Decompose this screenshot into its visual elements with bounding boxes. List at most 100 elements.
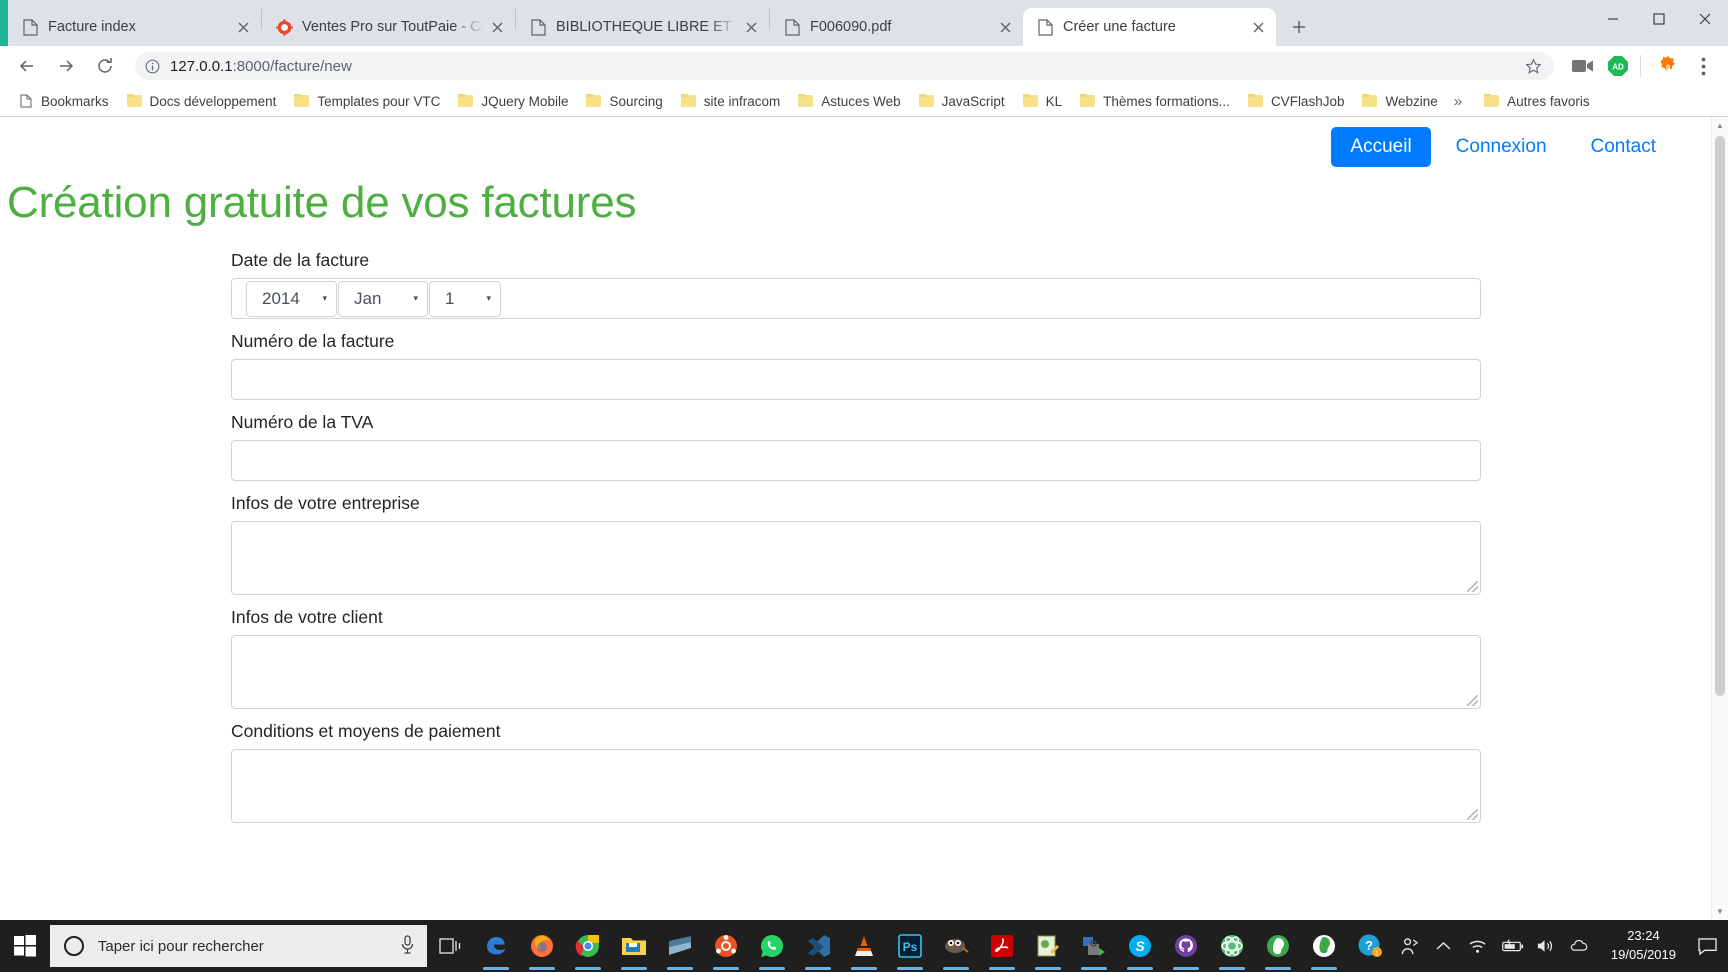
nav-link-connexion[interactable]: Connexion: [1437, 127, 1566, 167]
web-page: Accueil Connexion Contact Création gratu…: [0, 117, 1711, 920]
input-numero-tva[interactable]: [231, 440, 1481, 481]
maximize-button[interactable]: [1636, 0, 1682, 38]
folder-icon: [798, 94, 814, 108]
taskbar-app-github-icon[interactable]: [1163, 920, 1209, 972]
nav-link-accueil[interactable]: Accueil: [1331, 127, 1431, 167]
minimize-button[interactable]: [1590, 0, 1636, 38]
date-year-select[interactable]: 2014 ▾: [246, 280, 337, 317]
page-icon: [783, 18, 801, 36]
textarea-infos-entreprise[interactable]: [231, 521, 1481, 595]
back-button[interactable]: [10, 49, 44, 83]
taskbar-app-atom-icon[interactable]: [1209, 920, 1255, 972]
adblock-icon[interactable]: AD: [1603, 51, 1633, 81]
date-month-select[interactable]: Jan ▾: [338, 280, 428, 317]
taskbar-search-input[interactable]: Taper ici pour rechercher: [49, 925, 427, 967]
taskbar-app-winscp-icon[interactable]: [1071, 920, 1117, 972]
chrome-menu-icon[interactable]: [1688, 51, 1718, 81]
start-button[interactable]: [0, 920, 50, 972]
scrollbar-thumb[interactable]: [1715, 136, 1725, 696]
taskbar-clock[interactable]: 23:24 19/05/2019: [1597, 927, 1690, 965]
form-group-infos-client: Infos de votre client: [231, 607, 1481, 709]
address-bar[interactable]: 127.0.0.1:8000/facture/new: [135, 52, 1554, 80]
reload-button[interactable]: [88, 49, 122, 83]
bookmarks-overflow-button[interactable]: »: [1448, 91, 1468, 112]
taskbar-app-chrome-icon[interactable]: [565, 920, 611, 972]
taskbar-app-acrobat-reader-icon[interactable]: [979, 920, 1025, 972]
taskbar-app-evernote-web-icon[interactable]: [1301, 920, 1347, 972]
date-day-select[interactable]: 1 ▾: [429, 280, 501, 317]
close-button[interactable]: [1682, 0, 1728, 38]
browser-tab-4-active[interactable]: Créer une facture: [1023, 8, 1276, 46]
taskbar-app-whatsapp-icon[interactable]: [749, 920, 795, 972]
action-center-icon[interactable]: [1690, 920, 1724, 972]
close-icon[interactable]: [739, 15, 763, 39]
app-running-indicator: [712, 967, 739, 970]
browser-tab-0[interactable]: Facture index: [8, 8, 261, 46]
taskbar-app-help-icon[interactable]: ?!: [1347, 920, 1393, 972]
bookmark-label: Thèmes formations...: [1103, 93, 1230, 109]
bookmark-item-10[interactable]: CVFlashJob: [1240, 91, 1353, 112]
bookmark-item-0[interactable]: Bookmarks: [10, 90, 117, 112]
close-icon[interactable]: [485, 15, 509, 39]
taskbar-app-firefox-icon[interactable]: [519, 920, 565, 972]
browser-tab-1[interactable]: Ventes Pro sur ToutPaie - Comme: [262, 8, 515, 46]
taskbar-app-vlc-icon[interactable]: [841, 920, 887, 972]
site-info-icon[interactable]: [145, 59, 160, 74]
people-icon[interactable]: [1393, 920, 1427, 972]
bookmark-other-favorites[interactable]: Autres favoris: [1476, 91, 1598, 112]
volume-icon[interactable]: [1529, 920, 1563, 972]
page-scrollbar[interactable]: ▲ ▼: [1711, 117, 1728, 920]
label-numero-tva: Numéro de la TVA: [231, 412, 374, 432]
bookmark-item-5[interactable]: site infracom: [673, 91, 789, 112]
forward-button[interactable]: [49, 49, 83, 83]
taskbar-app-ubuntu-icon[interactable]: [703, 920, 749, 972]
taskbar-app-evernote-icon[interactable]: [1255, 920, 1301, 972]
new-tab-button[interactable]: [1284, 12, 1314, 42]
scroll-down-arrow[interactable]: ▼: [1712, 903, 1728, 920]
onedrive-icon[interactable]: [1563, 920, 1597, 972]
avast-icon[interactable]: a: [1653, 51, 1683, 81]
star-icon[interactable]: [1525, 57, 1542, 75]
show-hidden-icons-icon[interactable]: [1427, 920, 1461, 972]
url-text: 127.0.0.1:8000/facture/new: [170, 58, 1525, 75]
taskbar-app-edge-icon[interactable]: [473, 920, 519, 972]
app-running-indicator: [1218, 967, 1245, 970]
taskbar-app-notepad-plus-icon[interactable]: [1025, 920, 1071, 972]
taskbar-app-vscode-icon[interactable]: [795, 920, 841, 972]
folder-icon: [1022, 94, 1039, 108]
battery-icon[interactable]: [1495, 920, 1529, 972]
close-icon[interactable]: [1246, 15, 1270, 39]
bookmark-item-6[interactable]: Astuces Web: [790, 91, 908, 112]
wifi-icon[interactable]: [1461, 920, 1495, 972]
bookmark-item-2[interactable]: Templates pour VTC: [286, 91, 448, 112]
bookmark-item-4[interactable]: Sourcing: [578, 91, 670, 112]
date-year-value: 2014: [262, 288, 300, 308]
video-camera-icon[interactable]: [1568, 51, 1598, 81]
label-conditions-paiement: Conditions et moyens de paiement: [231, 721, 501, 741]
taskbar-app-gimp-icon[interactable]: [933, 920, 979, 972]
taskbar-app-skype-icon[interactable]: S: [1117, 920, 1163, 972]
close-icon[interactable]: [993, 15, 1017, 39]
bookmark-item-7[interactable]: JavaScript: [911, 91, 1013, 112]
textarea-infos-client[interactable]: [231, 635, 1481, 709]
bookmark-item-8[interactable]: KL: [1015, 91, 1071, 112]
scroll-up-arrow[interactable]: ▲: [1712, 117, 1728, 134]
app-running-indicator: [988, 967, 1015, 970]
taskbar-app-photoshop-icon[interactable]: Ps: [887, 920, 933, 972]
taskbar-app-file-explorer-icon[interactable]: [611, 920, 657, 972]
close-icon[interactable]: [231, 15, 255, 39]
bookmark-item-9[interactable]: Thèmes formations...: [1072, 91, 1238, 112]
browser-tab-3[interactable]: F006090.pdf: [770, 8, 1023, 46]
bookmark-item-1[interactable]: Docs développement: [119, 91, 285, 112]
bookmark-item-3[interactable]: JQuery Mobile: [450, 91, 576, 112]
task-view-button[interactable]: [427, 920, 473, 972]
window-left-edge: [0, 0, 8, 46]
taskbar-app-sublime-text-icon[interactable]: [657, 920, 703, 972]
textarea-conditions-paiement[interactable]: [231, 749, 1481, 823]
input-numero-facture[interactable]: [231, 359, 1481, 400]
microphone-icon[interactable]: [400, 934, 415, 958]
nav-link-contact[interactable]: Contact: [1572, 127, 1675, 167]
bookmark-item-11[interactable]: Webzine: [1354, 91, 1445, 112]
browser-tab-2[interactable]: BIBLIOTHEQUE LIBRE ET GRATUIT: [516, 8, 769, 46]
date-picker-widget[interactable]: 2014 ▾ Jan ▾ 1 ▾: [231, 278, 1481, 319]
